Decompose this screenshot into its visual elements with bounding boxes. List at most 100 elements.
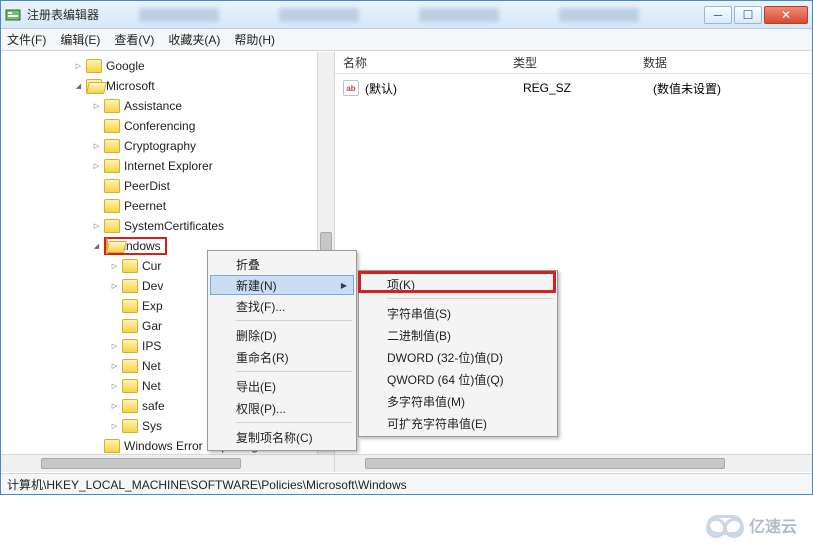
tree-item[interactable]: Internet Explorer xyxy=(1,156,334,176)
registry-editor-window: 注册表编辑器 ─ ☐ ✕ 文件(F) 编辑(E) 查看(V) 收藏夹(A) 帮助… xyxy=(0,0,813,495)
menu-file[interactable]: 文件(F) xyxy=(7,31,46,48)
tree-item-label: PeerDist xyxy=(124,179,170,193)
separator xyxy=(236,320,352,321)
tree-item-label: Dev xyxy=(142,279,163,293)
titlebar[interactable]: 注册表编辑器 ─ ☐ ✕ xyxy=(1,1,812,29)
expand-icon[interactable] xyxy=(91,161,102,172)
tree-item-label: Exp xyxy=(142,299,163,313)
value-type: REG_SZ xyxy=(523,81,653,95)
tree-item-label: Google xyxy=(106,59,145,73)
tree-item[interactable]: Microsoft xyxy=(1,76,334,96)
separator xyxy=(236,422,352,423)
tree-item[interactable]: SystemCertificates xyxy=(1,216,334,236)
menu-edit[interactable]: 编辑(E) xyxy=(60,31,100,48)
scrollbar-thumb[interactable] xyxy=(41,458,241,469)
ctx-find[interactable]: 查找(F)... xyxy=(210,295,354,317)
minimize-button[interactable]: ─ xyxy=(704,6,732,24)
context-menu: 折叠 新建(N) 查找(F)... 删除(D) 重命名(R) 导出(E) 权限(… xyxy=(207,250,357,451)
tree-item-label: Net xyxy=(142,359,161,373)
ctx-permissions[interactable]: 权限(P)... xyxy=(210,397,354,419)
tree-item[interactable]: Peernet xyxy=(1,196,334,216)
ctx-export[interactable]: 导出(E) xyxy=(210,375,354,397)
folder-icon xyxy=(104,99,120,113)
col-type[interactable]: 类型 xyxy=(513,54,643,71)
values-horizontal-scrollbar[interactable] xyxy=(335,454,812,472)
tree-item-label: Net xyxy=(142,379,161,393)
highlight-annotation: Windows xyxy=(104,237,167,255)
ctx-collapse[interactable]: 折叠 xyxy=(210,253,354,275)
col-data[interactable]: 数据 xyxy=(643,54,667,71)
ctx-new-dword[interactable]: DWORD (32-位)值(D) xyxy=(361,346,555,368)
folder-icon xyxy=(86,59,102,73)
scrollbar-thumb[interactable] xyxy=(365,458,725,469)
ctx-new-key[interactable]: 项(K) xyxy=(361,273,555,295)
tree-item[interactable]: PeerDist xyxy=(1,176,334,196)
tree-item[interactable]: Cryptography xyxy=(1,136,334,156)
expand-icon[interactable] xyxy=(109,361,120,372)
expand-icon[interactable] xyxy=(109,341,120,352)
maximize-button[interactable]: ☐ xyxy=(734,6,762,24)
expand-icon[interactable] xyxy=(109,401,120,412)
tree-item-label: Microsoft xyxy=(106,79,155,93)
tree-item-label: SystemCertificates xyxy=(124,219,224,233)
menubar: 文件(F) 编辑(E) 查看(V) 收藏夹(A) 帮助(H) xyxy=(1,29,812,51)
ctx-new-binary[interactable]: 二进制值(B) xyxy=(361,324,555,346)
folder-icon xyxy=(104,179,120,193)
value-data: (数值未设置) xyxy=(653,80,721,97)
ctx-rename[interactable]: 重命名(R) xyxy=(210,346,354,368)
ctx-delete[interactable]: 删除(D) xyxy=(210,324,354,346)
ctx-new[interactable]: 新建(N) xyxy=(210,275,354,295)
folder-icon xyxy=(104,219,120,233)
tree-item-label: Sys xyxy=(142,419,162,433)
expand-icon[interactable] xyxy=(73,61,84,72)
collapse-icon[interactable] xyxy=(91,241,102,252)
tree-item-label: Assistance xyxy=(124,99,182,113)
expand-icon[interactable] xyxy=(91,141,102,152)
tree-item-label: Peernet xyxy=(124,199,166,213)
folder-icon xyxy=(104,139,120,153)
tree-item-label: safe xyxy=(142,399,165,413)
expand-icon[interactable] xyxy=(109,421,120,432)
tree-item[interactable]: Assistance xyxy=(1,96,334,116)
ctx-new-expandstring[interactable]: 可扩充字符串值(E) xyxy=(361,412,555,434)
expand-icon[interactable] xyxy=(91,221,102,232)
folder-icon xyxy=(122,259,138,273)
status-path: 计算机\HKEY_LOCAL_MACHINE\SOFTWARE\Policies… xyxy=(7,476,407,493)
background-tabs xyxy=(99,8,704,22)
expand-icon[interactable] xyxy=(91,101,102,112)
value-row[interactable]: ab (默认) REG_SZ (数值未设置) xyxy=(343,78,804,98)
menu-help[interactable]: 帮助(H) xyxy=(234,31,275,48)
expand-icon[interactable] xyxy=(109,381,120,392)
expand-icon[interactable] xyxy=(109,281,120,292)
window-title: 注册表编辑器 xyxy=(27,6,99,23)
ctx-new-multistring[interactable]: 多字符串值(M) xyxy=(361,390,555,412)
tree-horizontal-scrollbar[interactable] xyxy=(1,454,334,472)
watermark: 亿速云 xyxy=(707,513,797,537)
watermark-text: 亿速云 xyxy=(749,513,797,537)
folder-icon xyxy=(122,299,138,313)
menu-view[interactable]: 查看(V) xyxy=(114,31,154,48)
folder-icon xyxy=(86,79,102,93)
folder-icon xyxy=(122,339,138,353)
folder-icon xyxy=(122,359,138,373)
tree-item-label: IPS xyxy=(142,339,161,353)
folder-icon xyxy=(122,399,138,413)
col-name[interactable]: 名称 xyxy=(343,54,513,71)
folder-icon xyxy=(104,119,120,133)
ctx-copy-key-name[interactable]: 复制项名称(C) xyxy=(210,426,354,448)
tree-item-label: Gar xyxy=(142,319,162,333)
expand-icon[interactable] xyxy=(109,261,120,272)
tree-item[interactable]: Conferencing xyxy=(1,116,334,136)
close-button[interactable]: ✕ xyxy=(764,6,808,24)
folder-icon xyxy=(122,319,138,333)
tree-item[interactable]: Google xyxy=(1,56,334,76)
tree-item-label: Conferencing xyxy=(124,119,195,133)
collapse-icon[interactable] xyxy=(73,81,84,92)
values-header[interactable]: 名称 类型 数据 xyxy=(335,52,812,74)
ctx-new-qword[interactable]: QWORD (64 位)值(Q) xyxy=(361,368,555,390)
statusbar: 计算机\HKEY_LOCAL_MACHINE\SOFTWARE\Policies… xyxy=(1,473,812,494)
folder-icon xyxy=(122,279,138,293)
folder-icon xyxy=(104,159,120,173)
ctx-new-string[interactable]: 字符串值(S) xyxy=(361,302,555,324)
menu-favorites[interactable]: 收藏夹(A) xyxy=(168,31,220,48)
